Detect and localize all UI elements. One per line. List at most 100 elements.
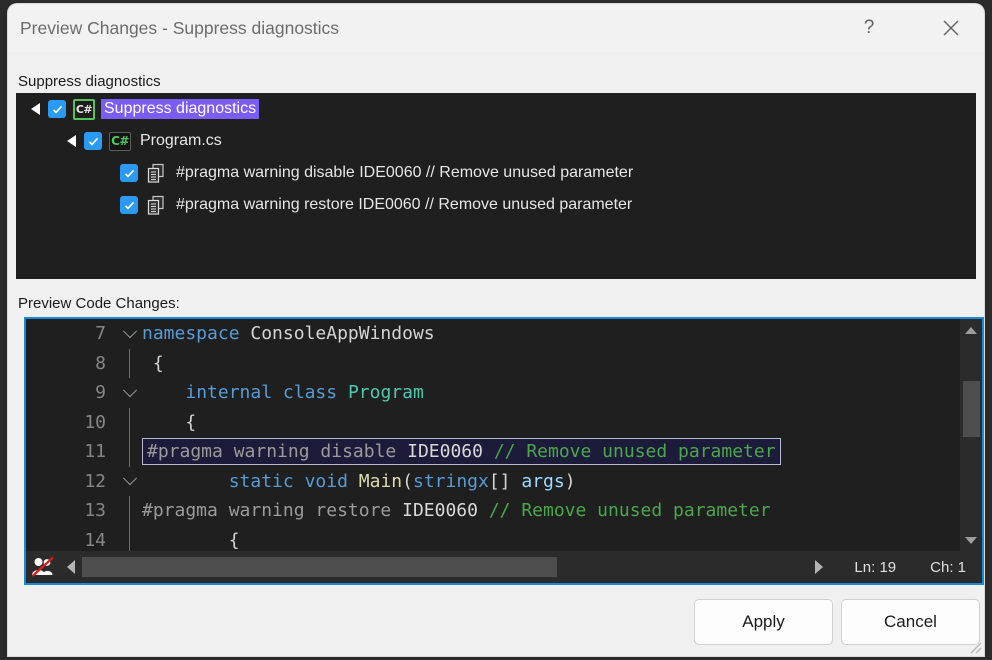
line-number: 9 [95, 382, 106, 404]
csharp-file-icon: C# [109, 130, 131, 152]
block-guide-line [118, 525, 142, 551]
code-token: // Remove unused parameter [488, 500, 771, 522]
code-token: class [282, 382, 338, 404]
help-button[interactable]: ? [846, 4, 892, 52]
vertical-scrollbar-thumb[interactable] [963, 381, 980, 437]
code-token: // Remove unused parameter [493, 441, 776, 463]
code-line[interactable]: 11 #pragma warning disable IDE0060 // Rem… [26, 437, 960, 467]
code-token: #pragma [147, 441, 223, 463]
code-token: disable [320, 441, 397, 463]
code-line[interactable]: 7 namespace ConsoleAppWindows [26, 319, 960, 349]
code-preview-panel[interactable]: 7 namespace ConsoleAppWindows 8 {9 interna… [24, 317, 984, 585]
code-line-text: namespace ConsoleAppWindows [142, 323, 435, 344]
scroll-up-arrow-icon[interactable] [960, 319, 982, 341]
code-line[interactable]: 14 { [26, 525, 960, 551]
code-line[interactable]: 12 static void Main(stringx[] args) [26, 467, 960, 497]
code-horizontal-scrollbar[interactable] [82, 556, 809, 578]
title-bar: Preview Changes - Suppress diagnostics ? [8, 4, 984, 52]
code-change-icon [145, 162, 167, 184]
code-token: warning [228, 500, 305, 522]
tree-item-3[interactable]: #pragma warning restore IDE0060 // Remov… [16, 189, 976, 221]
expander-collapse-icon[interactable] [22, 103, 48, 115]
line-number: 10 [84, 411, 106, 433]
scroll-down-arrow-icon[interactable] [960, 529, 982, 551]
code-line[interactable]: 9 internal class Program [26, 378, 960, 408]
tree-item-label: #pragma warning disable IDE0060 // Remov… [176, 164, 634, 181]
code-token: [] [488, 470, 522, 492]
code-token: warning [233, 441, 310, 463]
apply-button[interactable]: Apply [694, 599, 833, 645]
code-viewport[interactable]: 7 namespace ConsoleAppWindows 8 {9 interna… [26, 319, 960, 551]
tree-section-label: Suppress diagnostics [18, 73, 161, 90]
code-token: restore [315, 500, 392, 522]
block-guide-line [118, 348, 142, 378]
code-token: { [142, 529, 240, 551]
tree-item-checkbox[interactable] [48, 100, 66, 118]
resize-grip[interactable] [968, 640, 982, 654]
tree-item-checkbox[interactable] [120, 196, 138, 214]
tree-item-checkbox[interactable] [120, 164, 138, 182]
code-line-text: static void Main(stringx[] args) [142, 471, 576, 492]
question-mark-icon: ? [863, 17, 875, 38]
close-button[interactable] [928, 4, 974, 52]
code-line-text: { [142, 412, 196, 433]
code-token: { [142, 411, 197, 433]
code-token: args [521, 470, 565, 492]
horizontal-scrollbar-thumb[interactable] [82, 557, 557, 577]
csharp-project-icon: C# [73, 98, 95, 120]
code-change-icon [145, 194, 167, 216]
code-line[interactable]: 10 { [26, 407, 960, 437]
code-line-text: #pragma warning restore IDE0060 // Remov… [142, 500, 771, 521]
cancel-button[interactable]: Cancel [841, 599, 980, 645]
window-title: Preview Changes - Suppress diagnostics [20, 18, 340, 38]
code-token: #pragma [142, 500, 218, 522]
collapse-chevron-icon[interactable] [118, 319, 142, 349]
preview-changes-dialog: Preview Changes - Suppress diagnostics ?… [8, 4, 984, 656]
code-line-text: internal class Program [142, 382, 424, 404]
tree-item-label: #pragma warning restore IDE0060 // Remov… [176, 196, 633, 213]
tree-item-label: Suppress diagnostics [101, 99, 260, 119]
scroll-left-arrow-icon[interactable] [60, 560, 82, 574]
block-guide-line [118, 437, 142, 467]
code-token: namespace [142, 323, 240, 345]
column-indicator: Ch: 1 [930, 558, 966, 576]
code-line-text: { [142, 353, 164, 374]
code-token: Program [347, 382, 424, 404]
scroll-right-arrow-icon[interactable] [808, 560, 830, 574]
changes-tree[interactable]: C# Suppress diagnostics C# Program.cs #pragm… [16, 93, 976, 279]
line-indicator: Ln: 19 [854, 558, 897, 576]
code-vertical-scrollbar[interactable] [960, 319, 982, 551]
line-number: 11 [84, 441, 106, 463]
tree-item-2[interactable]: #pragma warning disable IDE0060 // Remov… [16, 157, 976, 189]
tree-item-0[interactable]: C# Suppress diagnostics [16, 93, 976, 125]
code-token: ) [564, 470, 576, 492]
tree-item-checkbox[interactable] [84, 132, 102, 150]
line-number: 13 [84, 500, 106, 522]
code-line[interactable]: 13 #pragma warning restore IDE0060 // Rem… [26, 496, 960, 526]
expander-collapse-icon[interactable] [58, 135, 84, 147]
close-icon [943, 20, 959, 36]
no-sync-people-icon[interactable] [26, 556, 60, 578]
code-token: { [142, 352, 164, 374]
line-number: 7 [95, 323, 106, 345]
line-number: 8 [95, 352, 106, 374]
line-number: 12 [84, 470, 106, 492]
code-token: IDE0060 [402, 500, 478, 522]
code-token: void [304, 470, 348, 492]
code-token: IDE0060 [407, 441, 483, 463]
line-number: 14 [84, 529, 106, 551]
code-token: ConsoleAppWindows [239, 323, 435, 345]
code-line[interactable]: 8 { [26, 348, 960, 378]
code-status-bar: Ln: 19 Ch: 1 [26, 551, 982, 583]
tree-item-1[interactable]: C# Program.cs [16, 125, 976, 157]
collapse-chevron-icon[interactable] [118, 378, 142, 408]
collapse-chevron-icon[interactable] [118, 467, 142, 497]
